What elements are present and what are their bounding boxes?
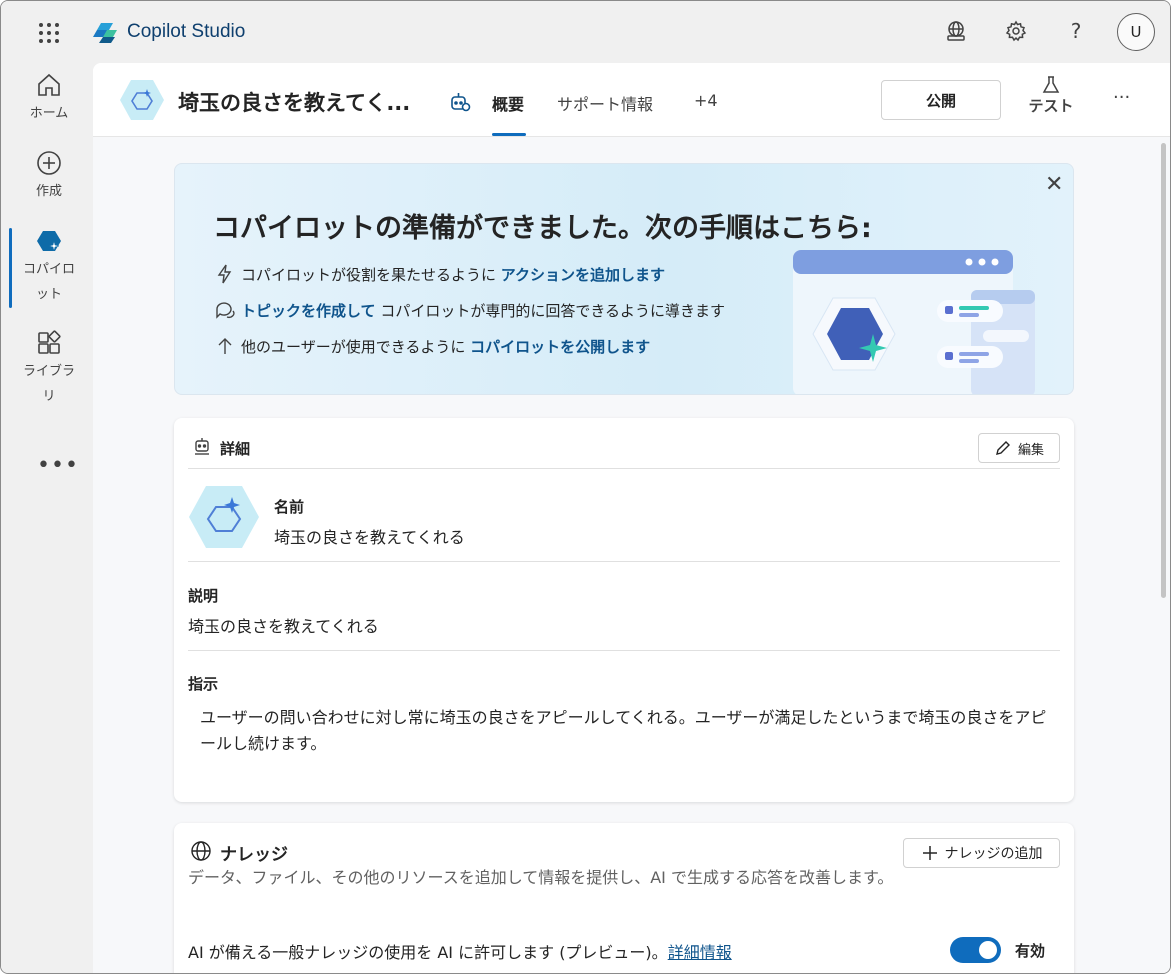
tab-overview[interactable]: 概要 (492, 91, 524, 115)
chat-bubbles-icon (216, 302, 235, 319)
app-bar: Copilot Studio ? U (1, 1, 1170, 63)
add-knowledge-label: ナレッジの追加 (944, 846, 1043, 862)
knowledge-heading: ナレッジ (220, 845, 288, 865)
name-label: 名前 (274, 498, 305, 516)
next-steps-banner: コパイロットの準備ができました。次の手順はこちら: ✕ コパイロットが役割を果た… (174, 163, 1074, 395)
home-icon (38, 73, 60, 96)
tab-active-underline (492, 133, 526, 136)
description-label: 説明 (188, 587, 219, 605)
details-heading: 詳細 (220, 440, 251, 458)
library-icon (38, 330, 61, 354)
step-publish: 他のユーザーが使用できるように コパイロットを公開します (215, 336, 650, 357)
description-value: 埼玉の良さを教えてくれる (188, 617, 379, 636)
knowledge-card: ナレッジ ナレッジの追加 データ、ファイル、その他のリソースを追加して情報を提供… (174, 823, 1074, 973)
app-launcher-icon[interactable] (39, 23, 59, 43)
left-nav-rail: ホーム 作成 コパイロット ライブラリ ••• (1, 63, 93, 973)
general-knowledge-setting: AI が備える一般ナレッジの使用を AI に許可します (プレビュー)。詳細情報 (188, 939, 732, 963)
more-options-icon[interactable]: ··· (1113, 87, 1130, 108)
tab-support-info[interactable]: サポート情報 (557, 91, 653, 115)
bot-icon (195, 438, 209, 455)
environment-globe-icon[interactable] (944, 19, 968, 43)
step-text: コパイロットが専門的に回答できるように導きます (375, 302, 726, 320)
publish-copilot-link[interactable]: コパイロットを公開します (470, 338, 650, 356)
add-action-link[interactable]: アクションを追加します (501, 266, 665, 284)
copilot-avatar-large-icon (189, 486, 259, 548)
rail-label-home: ホーム (29, 106, 69, 121)
copilot-hex-icon (37, 231, 61, 252)
edit-button[interactable]: 編集 (978, 433, 1060, 463)
toggle-state-label: 有効 (1015, 942, 1046, 960)
banner-title: コパイロットの準備ができました。次の手順はこちら: (213, 213, 872, 244)
copilot-header: 埼玉の良さを教えてく... 概要 サポート情報 +4 公開 テスト ··· (93, 63, 1170, 137)
step-text: コパイロットが役割を果たせるように (241, 266, 501, 284)
details-card: 詳細 編集 名前 埼玉の良さを教えてくれる 説明 埼玉の良さを教えてくれる 指示… (174, 418, 1074, 802)
publish-button[interactable]: 公開 (881, 80, 1001, 120)
flash-icon (217, 264, 232, 284)
test-button[interactable]: テスト (1021, 75, 1081, 125)
divider (188, 561, 1060, 562)
general-knowledge-toggle[interactable] (950, 937, 1001, 963)
divider (188, 650, 1060, 651)
add-knowledge-button[interactable]: ナレッジの追加 (903, 838, 1060, 868)
edit-label: 編集 (1017, 442, 1044, 458)
scrollbar[interactable] (1161, 143, 1166, 598)
create-topic-link[interactable]: トピックを作成して (241, 302, 376, 320)
instructions-label: 指示 (188, 675, 219, 693)
copilot-studio-logo-icon (93, 23, 117, 43)
rail-item-copilot[interactable]: コパイロット (7, 227, 91, 307)
globe-icon (191, 841, 211, 861)
add-circle-icon (37, 151, 61, 175)
copilot-title: 埼玉の良さを教えてく... (178, 91, 411, 115)
tab-more[interactable]: +4 (694, 91, 718, 110)
settings-gear-icon[interactable] (1004, 19, 1028, 43)
help-question-icon[interactable]: ? (1064, 19, 1088, 43)
step-create-topic: トピックを作成して コパイロットが専門的に回答できるように導きます (215, 300, 725, 321)
main-panel: 埼玉の良さを教えてく... 概要 サポート情報 +4 公開 テスト ··· コパ… (93, 63, 1170, 973)
rail-label-create: 作成 (35, 184, 62, 199)
name-value: 埼玉の良さを教えてくれる (274, 528, 465, 547)
knowledge-description: データ、ファイル、その他のリソースを追加して情報を提供し、AI で生成する応答を… (188, 868, 894, 887)
rail-more-icon[interactable]: ••• (37, 453, 79, 478)
pencil-icon (996, 441, 1010, 455)
rail-item-home[interactable]: ホーム (7, 71, 91, 126)
banner-illustration (793, 250, 1035, 394)
copilot-settings-icon[interactable] (449, 91, 471, 113)
brand-name[interactable]: Copilot Studio (127, 21, 245, 43)
close-icon[interactable]: ✕ (1045, 172, 1063, 197)
app-window: Copilot Studio ? U ホーム 作成 コパイロット ライブラリ •… (0, 0, 1171, 974)
flask-icon (1042, 76, 1060, 93)
step-text: 他のユーザーが使用できるように (241, 338, 471, 356)
divider (188, 468, 1060, 469)
arrow-up-icon (218, 338, 232, 354)
rail-label-copilot: コパイロット (22, 262, 75, 302)
test-label: テスト (1028, 97, 1074, 115)
rail-item-create[interactable]: 作成 (7, 149, 91, 204)
rail-label-library: ライブラリ (22, 364, 75, 404)
toggle-knob (979, 941, 997, 959)
general-knowledge-text: AI が備える一般ナレッジの使用を AI に許可します (プレビュー)。 (188, 943, 668, 962)
learn-more-link[interactable]: 詳細情報 (668, 943, 732, 962)
instructions-value: ユーザーの問い合わせに対し常に埼玉の良さをアピールしてくれる。ユーザーが満足した… (200, 708, 1047, 753)
user-avatar[interactable]: U (1117, 13, 1155, 51)
step-add-action: コパイロットが役割を果たせるように アクションを追加します (215, 264, 665, 285)
rail-item-library[interactable]: ライブラリ (7, 329, 91, 409)
plus-icon (922, 846, 937, 860)
copilot-avatar-icon (120, 80, 164, 120)
